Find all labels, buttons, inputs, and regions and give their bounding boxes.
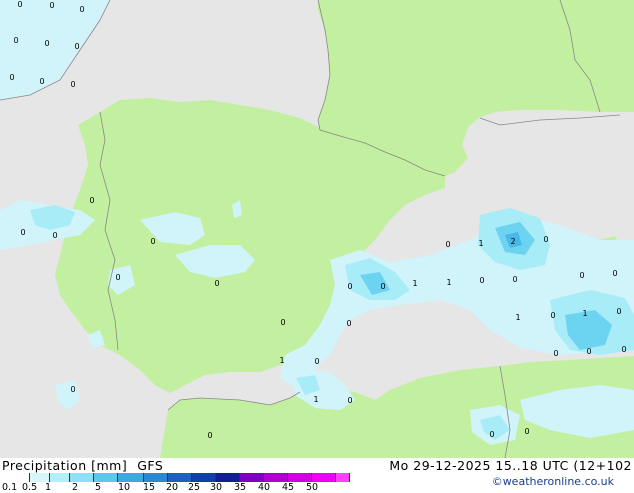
point-value-label: 0	[17, 0, 22, 9]
legend-color-swatch	[288, 473, 312, 482]
point-value-label: 1	[582, 309, 587, 318]
precipitation-map: 0 0 0 0 0 0 0 0 0 0 0 0 0 0 0 0 0 1 1 0 0 0 1 2 0 0 0 0 0 1 0 1 0 1 0 0 0 0 1 0…	[0, 0, 634, 458]
legend-color-swatch	[118, 473, 144, 482]
point-value-label: 1	[313, 395, 318, 404]
legend-color-swatch	[70, 473, 94, 482]
credit-link[interactable]: ©weatheronline.co.uk	[492, 475, 614, 488]
point-value-label: 0	[579, 271, 584, 280]
point-value-label: 0	[380, 282, 385, 291]
legend-tick-label: 25	[188, 482, 201, 493]
point-value-label: 0	[489, 430, 494, 439]
legend-color-swatch	[168, 473, 192, 482]
point-value-label: 0	[612, 269, 617, 278]
point-value-label: 0	[70, 80, 75, 89]
point-value-label: 0	[479, 276, 484, 285]
model-name: GFS	[137, 458, 164, 473]
point-value-label: 0	[586, 347, 591, 356]
map-footer: Precipitation [mm] GFS Mo 29-12-2025 15..…	[0, 458, 634, 493]
precip-legend-ticks: 0.1 0.5 1 2 5 10 15 20 25 30 35 40 45 50	[0, 482, 340, 493]
point-value-label: 0	[207, 431, 212, 440]
legend-color-swatch	[192, 473, 216, 482]
point-value-label: 0	[13, 36, 18, 45]
legend-tick-label: 15	[143, 482, 156, 493]
point-value-label: 0	[553, 349, 558, 358]
legend-color-swatch	[144, 473, 168, 482]
legend-color-swatch	[30, 473, 50, 482]
point-value-label: 0	[44, 39, 49, 48]
point-value-label: 0	[20, 228, 25, 237]
legend-tick-label: 10	[118, 482, 131, 493]
point-value-label: 0	[70, 385, 75, 394]
point-value-label: 0	[621, 345, 626, 354]
legend-tick-label: 50	[306, 482, 319, 493]
legend-color-swatch	[264, 473, 288, 482]
point-value-label: 0	[543, 235, 548, 244]
point-value-label: 0	[39, 77, 44, 86]
point-value-label: 0	[52, 231, 57, 240]
legend-color-swatch	[312, 473, 336, 482]
legend-tick-label: 0.1	[2, 482, 18, 493]
map-title: Precipitation [mm] GFS	[2, 458, 173, 473]
map-container: 0000000000000000011000120000010101000010…	[0, 0, 634, 493]
legend-color-swatch	[336, 473, 350, 482]
legend-color-swatch	[2, 473, 30, 482]
point-value-label: 0	[524, 427, 529, 436]
point-value-label: 1	[515, 313, 520, 322]
legend-color-swatch	[50, 473, 70, 482]
legend-color-swatch	[216, 473, 240, 482]
point-value-label: 0	[79, 5, 84, 14]
precip-legend-bar	[2, 473, 350, 482]
legend-color-swatch	[94, 473, 118, 482]
point-value-label: 0	[445, 240, 450, 249]
point-value-label: 0	[115, 273, 120, 282]
point-value-label: 0	[550, 311, 555, 320]
point-value-label: 0	[150, 237, 155, 246]
point-value-label: 0	[512, 275, 517, 284]
point-value-label: 0	[74, 42, 79, 51]
point-value-label: 0	[346, 319, 351, 328]
point-value-label: 0	[616, 307, 621, 316]
point-value-label: 0	[347, 396, 352, 405]
legend-tick-label: 45	[282, 482, 295, 493]
point-value-label: 0	[314, 357, 319, 366]
legend-tick-label: 2	[72, 482, 79, 493]
legend-tick-label: 20	[166, 482, 179, 493]
point-value-label: 1	[478, 239, 483, 248]
point-value-label: 0	[9, 73, 14, 82]
point-value-label: 0	[214, 279, 219, 288]
point-value-label: 1	[279, 356, 284, 365]
legend-tick-label: 5	[95, 482, 102, 493]
point-value-label: 0	[89, 196, 94, 205]
legend-tick-label: 30	[210, 482, 223, 493]
legend-tick-label: 40	[258, 482, 271, 493]
legend-tick-label: 35	[234, 482, 247, 493]
valid-datetime: Mo 29-12-2025 15..18 UTC (12+102	[389, 458, 632, 473]
legend-color-swatch	[240, 473, 264, 482]
point-value-label: 0	[347, 282, 352, 291]
point-value-label: 0	[49, 1, 54, 10]
legend-tick-label: 0.5	[22, 482, 38, 493]
precip-title: Precipitation [mm]	[2, 458, 128, 473]
point-value-label: 0	[280, 318, 285, 327]
point-value-label: 1	[446, 278, 451, 287]
point-value-label: 2	[510, 237, 515, 246]
point-value-label: 1	[412, 279, 417, 288]
legend-tick-label: 1	[45, 482, 52, 493]
